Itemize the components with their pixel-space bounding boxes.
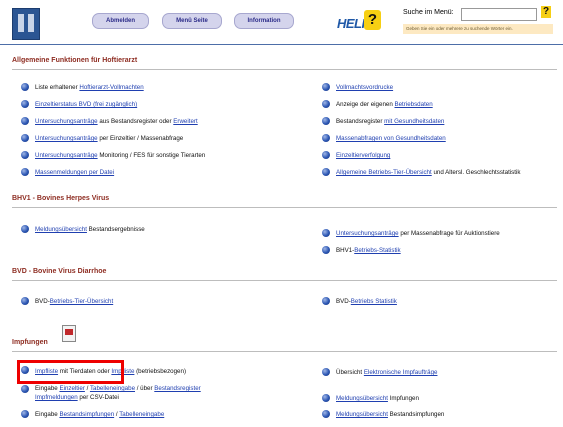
list-item: Massenmeldungen per Datei	[35, 169, 114, 176]
link-massenabfragen[interactable]: Massenabfragen von Gesundheitsdaten	[336, 135, 446, 142]
search-label: Suche im Menü:	[403, 9, 454, 16]
bullet-icon	[322, 229, 330, 237]
bullet-icon	[322, 297, 330, 305]
link-impfmeldungen[interactable]: Impfmeldungen	[35, 394, 78, 401]
section-divider	[12, 69, 557, 70]
link-meldungsuebersicht-bhv1[interactable]: Meldungsübersicht	[35, 226, 87, 233]
section-divider	[12, 207, 557, 208]
bullet-icon	[21, 385, 29, 393]
search-input[interactable]	[461, 8, 537, 21]
list-item: Einzeltierverfolgung	[336, 152, 390, 159]
bullet-icon	[322, 410, 330, 418]
bullet-icon	[21, 168, 29, 176]
link-bvd-betriebs-statistik[interactable]: Betriebs Statistik	[351, 298, 397, 305]
header: Abmelden Menü Seite Information HELP ? S…	[0, 0, 563, 50]
link-einzeltierstatus-bvd[interactable]: Einzeltierstatus BVD (frei zugänglich)	[35, 101, 137, 108]
bullet-icon	[322, 117, 330, 125]
section-title-general: Allgemeine Funktionen für Hoftierarzt	[12, 57, 138, 64]
bullet-icon	[322, 394, 330, 402]
list-item: Meldungsübersicht Impfungen	[336, 395, 419, 402]
list-item: Eingabe Einzeltier / Tabelleneingabe / ü…	[35, 385, 201, 392]
list-item: Übersicht Elektronische Impfaufträge	[336, 369, 438, 376]
link-betriebs-tier-uebersicht[interactable]: Allgemeine Betriebs-Tier-Übersicht	[336, 169, 432, 176]
bullet-icon	[21, 117, 29, 125]
link-vollmachtsvordrucke[interactable]: Vollmachtsvordrucke	[336, 84, 393, 91]
link-untersuchungsantraege-auktion[interactable]: Untersuchungsanträge	[336, 230, 399, 237]
highlight-annotation	[17, 360, 124, 384]
link-bhv1-betriebs-statistik[interactable]: Betriebs-Statistik	[354, 247, 400, 254]
bullet-icon	[322, 151, 330, 159]
bullet-icon	[21, 83, 29, 91]
list-item: Meldungsübersicht Bestandsimpfungen	[336, 411, 445, 418]
bullet-icon	[322, 134, 330, 142]
link-gesundheitsdaten[interactable]: mit Gesundheitsdaten	[384, 118, 444, 125]
header-divider	[0, 44, 563, 45]
list-item: Eingabe Bestandsimpfungen / Tabelleneing…	[35, 411, 165, 418]
menu-page-button[interactable]: Menü Seite	[162, 13, 222, 29]
information-button[interactable]: Information	[234, 13, 294, 29]
link-untersuchungsantraege[interactable]: Untersuchungsanträge	[35, 118, 98, 125]
link-untersuchungsantraege-monitoring[interactable]: Untersuchungsanträge	[35, 152, 98, 159]
bullet-icon	[21, 100, 29, 108]
list-item: Untersuchungsanträge aus Bestandsregiste…	[35, 118, 198, 125]
list-item: Bestandsregister mit Gesundheitsdaten	[336, 118, 445, 125]
link-meldungsuebersicht-bestandsimpfungen[interactable]: Meldungsübersicht	[336, 411, 388, 418]
link-tabelleneingabe[interactable]: Tabelleneingabe	[90, 385, 135, 392]
list-item: Vollmachtsvordrucke	[336, 84, 393, 91]
list-item: Untersuchungsanträge per Einzeltier / Ma…	[35, 135, 184, 142]
help-button[interactable]: HELP ?	[337, 10, 381, 34]
section-divider	[12, 351, 557, 352]
link-betriebsdaten[interactable]: Betriebsdaten	[394, 101, 432, 108]
bullet-icon	[322, 100, 330, 108]
list-item: Untersuchungsanträge Monitoring / FES fü…	[35, 152, 206, 159]
bullet-icon	[21, 225, 29, 233]
bullet-icon	[21, 297, 29, 305]
abmelden-button[interactable]: Abmelden	[92, 13, 149, 29]
link-untersuchungsantraege-einzeltier[interactable]: Untersuchungsanträge	[35, 135, 98, 142]
link-meldungsuebersicht-impfungen[interactable]: Meldungsübersicht	[336, 395, 388, 402]
link-tabelleneingabe-bestand[interactable]: Tabelleneingabe	[119, 411, 164, 418]
list-item: Allgemeine Betriebs-Tier-Übersicht und A…	[336, 169, 521, 176]
logo-icon[interactable]	[12, 8, 40, 40]
section-title-impfungen: Impfungen	[12, 339, 48, 346]
help-question-icon: ?	[364, 10, 381, 30]
list-item: Meldungsübersicht Bestandsergebnisse	[35, 226, 145, 233]
list-item: BVD-Betriebs-Tier-Übersicht	[35, 298, 114, 305]
list-item: Einzeltierstatus BVD (frei zugänglich)	[35, 101, 137, 108]
bullet-icon	[21, 134, 29, 142]
link-einzeltierverfolgung[interactable]: Einzeltierverfolgung	[336, 152, 390, 159]
bullet-icon	[322, 83, 330, 91]
list-item: Massenabfragen von Gesundheitsdaten	[336, 135, 446, 142]
list-item: BVD-Betriebs Statistik	[336, 298, 397, 305]
link-bestandsregister[interactable]: Bestandsregister	[154, 385, 200, 392]
section-title-bhv1: BHV1 - Bovines Herpes Virus	[12, 195, 110, 202]
pdf-icon[interactable]	[62, 325, 76, 342]
search-hint: Geben Sie ein oder mehrere zu suchende W…	[403, 24, 553, 34]
section-divider	[12, 280, 557, 281]
link-massenmeldungen[interactable]: Massenmeldungen per Datei	[35, 169, 114, 176]
list-item: BHV1-Betriebs-Statistik	[336, 247, 401, 254]
bullet-icon	[322, 368, 330, 376]
list-item: Anzeige der eigenen Betriebsdaten	[336, 101, 433, 108]
bullet-icon	[21, 151, 29, 159]
bullet-icon	[322, 168, 330, 176]
link-bestandsimpfungen[interactable]: Bestandsimpfungen	[59, 411, 114, 418]
section-title-bvd: BVD - Bovine Virus Diarrhoe	[12, 268, 107, 275]
bullet-icon	[322, 246, 330, 254]
list-item: Impfmeldungen per CSV-Datei	[35, 394, 119, 401]
list-item: Untersuchungsanträge per Massenabfrage f…	[336, 230, 500, 237]
list-item: Liste erhaltener Hoftierarzt-Vollmachten	[35, 84, 144, 91]
link-bvd-betriebs-tier-uebersicht[interactable]: Betriebs-Tier-Übersicht	[50, 298, 113, 305]
search-help-icon[interactable]: ?	[541, 6, 551, 18]
link-hoftierarzt-vollmachten[interactable]: Hoftierarzt-Vollmachten	[79, 84, 143, 91]
bullet-icon	[21, 410, 29, 418]
link-einzeltier[interactable]: Einzeltier	[59, 385, 84, 392]
link-elektronische-impfauftraege[interactable]: Elektronische Impfaufträge	[364, 369, 438, 376]
link-erweitert[interactable]: Erweitert	[173, 118, 197, 125]
